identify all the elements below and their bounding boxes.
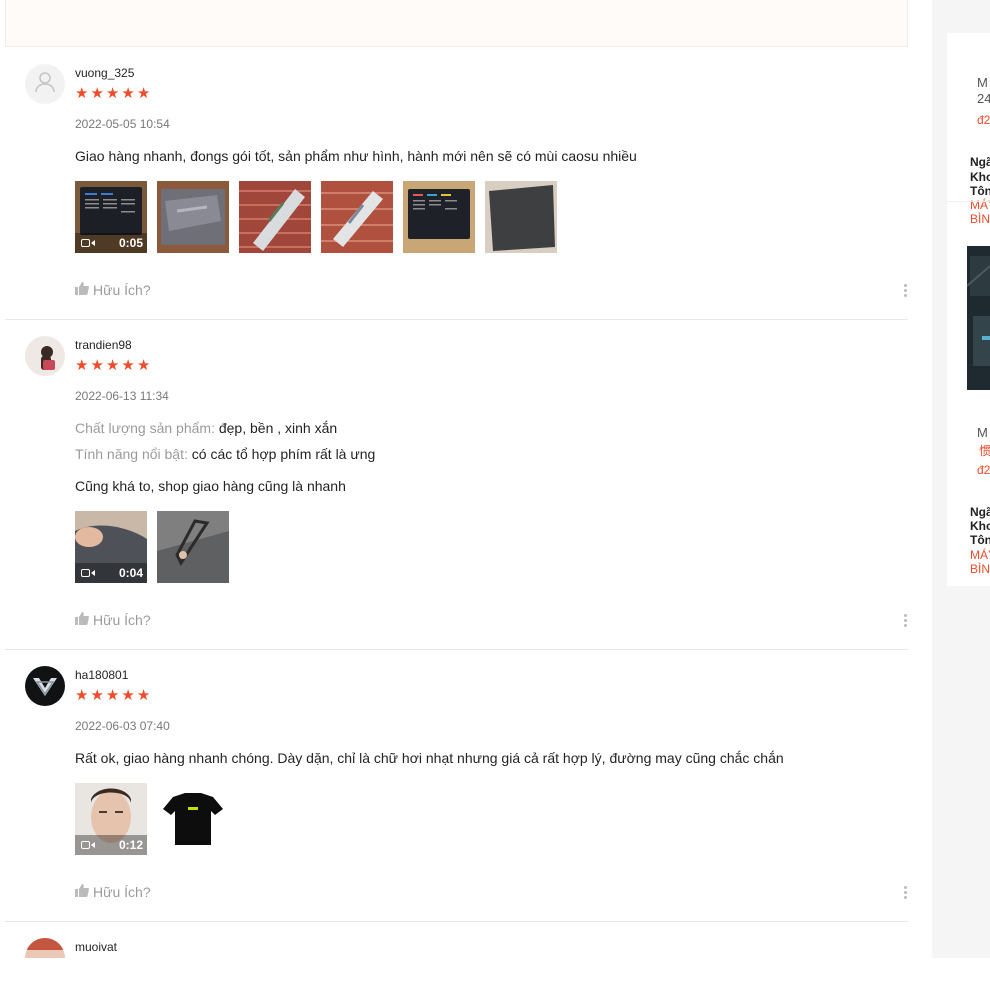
review-video-thumbnail[interactable]: 0:12 [75,783,147,855]
star-icon: ★ [105,85,120,102]
star-icon: ★ [121,687,135,704]
review-date: 2022-06-03 07:40 [75,719,170,733]
star-icon: ★ [90,687,104,704]
review-media: 0:05 [75,181,557,253]
review-item: muoivat [5,922,908,958]
more-vertical-icon[interactable] [902,614,908,627]
sidebar-divider [947,201,990,202]
star-icon: ★ [136,85,151,102]
sidebar-shop-line: Kho [970,519,990,533]
review-username[interactable]: muoivat [75,940,117,954]
review-image-thumbnail[interactable] [239,181,311,253]
sidebar-shop-line: Tôn [970,533,990,547]
review-date: 2022-06-13 11:34 [75,389,169,403]
sidebar-product-subtitle: 24 [977,91,990,106]
star-icon: ★ [75,357,89,374]
review-username[interactable]: ha180801 [75,668,128,682]
review-image-thumbnail[interactable] [485,181,557,253]
sidebar-product-title[interactable]: M [977,425,988,440]
thumb-up-icon [75,612,89,628]
review-item: vuong_325 ★ ★ ★ ★ ★ 2022-05-05 10:54 Giao hà… [5,48,908,320]
star-icon: ★ [121,357,135,374]
video-camera-icon [81,568,95,578]
more-vertical-icon[interactable] [902,284,908,297]
star-icon: ★ [136,687,151,704]
star-icon: ★ [75,85,89,102]
review-filter-bar [5,0,908,47]
review-username[interactable]: trandien98 [75,338,132,352]
review-image-thumbnail[interactable] [157,783,229,855]
helpful-label: Hữu Ích? [93,282,151,298]
review-text: Cũng khá to, shop giao hàng cũng là nhan… [75,478,346,494]
avatar[interactable] [25,666,65,706]
sidebar-product-image[interactable] [966,246,990,390]
rating-stars: ★ ★ ★ ★ ★ [75,357,151,374]
sidebar-recommendations: M 24 đ2 Ngã Kho Tôn MÁY BÌN M 惯 đ2 Ngã K… [947,33,990,586]
review-date: 2022-05-05 10:54 [75,117,170,131]
review-video-thumbnail[interactable]: 0:05 [75,181,147,253]
rating-stars: ★ ★ ★ ★ ★ [75,85,151,102]
helpful-button[interactable]: Hữu Ích? [75,884,151,900]
review-username[interactable]: vuong_325 [75,66,134,80]
star-icon: ★ [136,357,151,374]
review-image-thumbnail[interactable] [403,181,475,253]
video-camera-icon [81,840,95,850]
avatar[interactable] [25,938,65,958]
review-media: 0:04 [75,511,229,583]
sidebar-shop-line: Tôn [970,184,990,198]
video-duration: 0:12 [118,838,143,852]
review-image-thumbnail[interactable] [321,181,393,253]
sidebar-product-price: đ2 [977,113,990,127]
star-icon: ★ [90,357,104,374]
page-bottom [0,958,990,990]
thumb-up-icon [75,282,89,298]
sidebar-product-tag: 惯 [979,444,990,458]
attribute-value: đẹp, bền , xinh xắn [218,420,338,436]
sidebar-shop-line: Kho [970,170,990,184]
helpful-button[interactable]: Hữu Ích? [75,612,151,628]
avatar[interactable] [25,336,65,376]
more-vertical-icon[interactable] [902,886,908,899]
video-duration: 0:05 [118,236,143,250]
star-icon: ★ [90,85,104,102]
video-duration: 0:04 [118,566,143,580]
attribute-value: có các tổ hợp phím rất là ưng [191,446,376,462]
review-item: trandien98 ★ ★ ★ ★ ★ 2022-06-13 11:34 Chất l… [5,320,908,650]
thumb-up-icon [75,884,89,900]
review-text: Rất ok, giao hàng nhanh chóng. Dày dặn, … [75,750,784,766]
attribute-label: Chất lượng sản phẩm: [75,420,215,436]
star-icon: ★ [105,687,120,704]
review-image-thumbnail[interactable] [157,511,229,583]
video-camera-icon [81,238,95,248]
star-icon: ★ [75,687,89,704]
rating-stars: ★ ★ ★ ★ ★ [75,687,151,704]
avatar[interactable] [25,64,65,104]
review-item: ha180801 ★ ★ ★ ★ ★ 2022-06-03 07:40 Rất ok, … [5,650,908,922]
review-attribute: Chất lượng sản phẩm: đẹp, bền , xinh xắn [75,420,337,436]
star-icon: ★ [121,85,135,102]
sidebar-shop-line: Ngã [970,505,990,519]
sidebar-product-title[interactable]: M [977,75,988,90]
review-image-thumbnail[interactable] [157,181,229,253]
user-icon [34,71,56,98]
sidebar-category-link[interactable]: MÁY [970,548,990,562]
sidebar-shop-line: Ngã [970,155,990,169]
attribute-label: Tính năng nổi bật: [75,446,188,462]
sidebar-category-link[interactable]: BÌN [970,562,990,576]
sidebar-category-link[interactable]: BÌN [970,212,990,226]
review-text: Giao hàng nhanh, đongs gói tốt, sản phẩm… [75,148,637,164]
helpful-label: Hữu Ích? [93,612,151,628]
review-video-thumbnail[interactable]: 0:04 [75,511,147,583]
helpful-button[interactable]: Hữu Ích? [75,282,151,298]
reviews-panel: vuong_325 ★ ★ ★ ★ ★ 2022-05-05 10:54 Giao hà… [0,0,932,990]
review-media: 0:12 [75,783,229,855]
sidebar-product-price: đ2 [977,463,990,477]
star-icon: ★ [105,357,120,374]
helpful-label: Hữu Ích? [93,884,151,900]
review-attribute: Tính năng nổi bật: có các tổ hợp phím rấ… [75,446,375,462]
